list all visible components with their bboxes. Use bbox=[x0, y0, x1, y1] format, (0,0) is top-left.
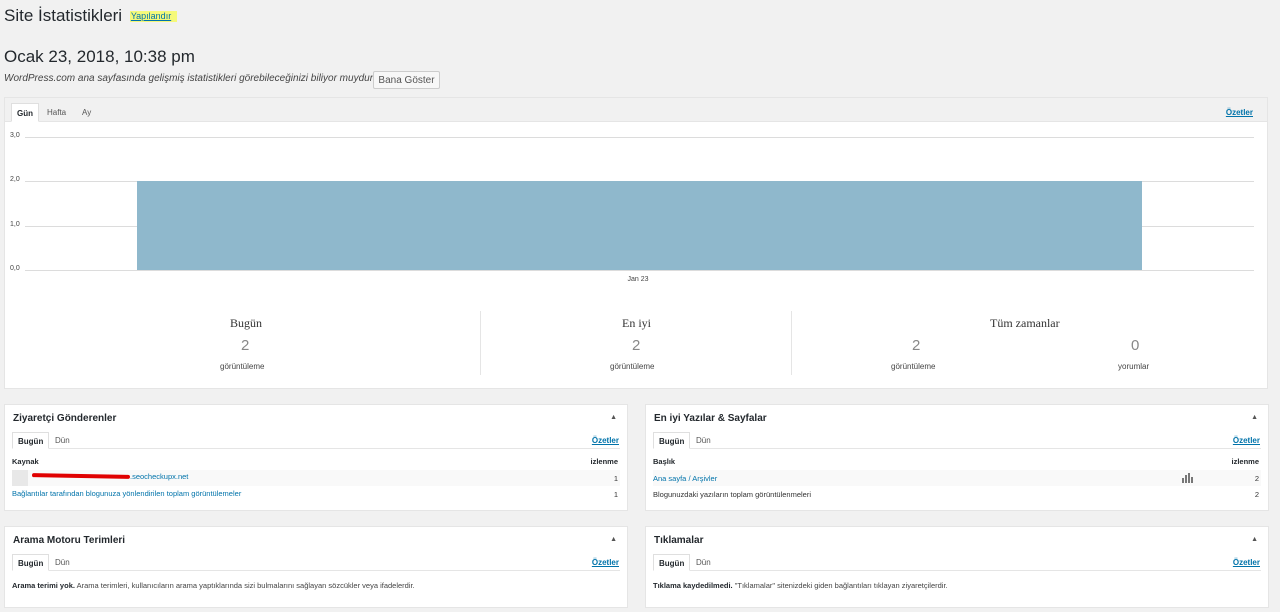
summary-all-time-views-label: görüntüleme bbox=[891, 362, 936, 371]
tab-today[interactable]: Bugün bbox=[653, 554, 691, 571]
clicks-panel: Tıklamalar ▲ Bugün Dün Özetler Tıklama k… bbox=[645, 526, 1269, 608]
total-referrals-count: 1 bbox=[613, 490, 618, 499]
clicks-summary-link[interactable]: Özetler bbox=[1233, 558, 1260, 567]
period-tabs: Gün Hafta Ay bbox=[5, 98, 1267, 122]
post-count: 2 bbox=[1254, 474, 1259, 483]
referrer-count: 1 bbox=[613, 474, 618, 483]
gridline bbox=[25, 137, 1254, 138]
favicon-icon bbox=[12, 470, 28, 486]
summary-best-value: 2 bbox=[632, 337, 641, 354]
tab-today[interactable]: Bugün bbox=[12, 554, 50, 571]
search-terms-empty: Arama terimi yok. Arama terimleri, kulla… bbox=[12, 581, 415, 590]
y-tick-label: 3,0 bbox=[10, 132, 20, 139]
top-posts-summary-link[interactable]: Özetler bbox=[1233, 436, 1260, 445]
referrer-link[interactable]: .seocheckupx.net bbox=[130, 472, 188, 481]
summary-best-title: En iyi bbox=[622, 316, 651, 330]
summary-all-time-comments-value: 0 bbox=[1131, 337, 1140, 354]
collapse-arrow-icon[interactable]: ▲ bbox=[1251, 414, 1258, 421]
summary-today-value: 2 bbox=[241, 337, 250, 354]
referrers-panel: Ziyaretçi Gönderenler ▲ Bugün Dün Özetle… bbox=[4, 404, 628, 511]
show-me-button[interactable]: Bana Göster bbox=[373, 71, 440, 89]
collapse-arrow-icon[interactable]: ▲ bbox=[610, 414, 617, 421]
summary-all-time-comments-label: yorumlar bbox=[1118, 362, 1150, 371]
total-posts-count: 2 bbox=[1254, 490, 1259, 499]
search-terms-panel: Arama Motoru Terimleri ▲ Bugün Dün Özetl… bbox=[4, 526, 628, 608]
tab-yesterday[interactable]: Dün bbox=[691, 432, 716, 449]
table-row: .seocheckupx.net 1 bbox=[12, 470, 620, 486]
referrers-title: Ziyaretçi Gönderenler bbox=[13, 413, 117, 424]
summary-divider bbox=[791, 311, 792, 375]
tab-yesterday[interactable]: Dün bbox=[50, 432, 75, 449]
tab-week[interactable]: Hafta bbox=[42, 103, 71, 122]
collapse-arrow-icon[interactable]: ▲ bbox=[1251, 536, 1258, 543]
total-posts-label: Blogunuzdaki yazıların toplam görüntülen… bbox=[653, 490, 812, 499]
redaction-mark bbox=[31, 473, 131, 479]
summary-link[interactable]: Özetler bbox=[1226, 108, 1253, 117]
notice: WordPress.com ana sayfasında gelişmiş is… bbox=[4, 71, 440, 89]
table-row: Ana sayfa / Arşivler 2 bbox=[653, 470, 1261, 486]
clicks-empty: Tıklama kaydedilmedi. "Tıklamalar" siten… bbox=[653, 581, 948, 590]
top-posts-panel: En iyi Yazılar & Sayfalar ▲ Bugün Dün Öz… bbox=[645, 404, 1269, 511]
x-tick-label: Jan 23 bbox=[627, 276, 649, 283]
col-views: izlenme bbox=[590, 457, 618, 466]
total-referrals-link[interactable]: Bağlantılar tarafından blogunuza yönlend… bbox=[12, 489, 241, 498]
tab-day[interactable]: Gün bbox=[11, 103, 39, 122]
col-title: Başlık bbox=[653, 457, 676, 466]
y-tick-label: 2,0 bbox=[10, 176, 20, 184]
col-source: Kaynak bbox=[12, 457, 39, 466]
tab-yesterday[interactable]: Dün bbox=[691, 554, 716, 571]
search-terms-summary-link[interactable]: Özetler bbox=[592, 558, 619, 567]
top-posts-tabs: Bugün Dün bbox=[653, 432, 1261, 449]
tab-month[interactable]: Ay bbox=[77, 103, 96, 122]
tab-yesterday[interactable]: Dün bbox=[50, 554, 75, 571]
summary-best-label: görüntüleme bbox=[610, 362, 655, 371]
configure-link[interactable]: Yapılandır bbox=[129, 11, 178, 22]
search-terms-tabs: Bugün Dün bbox=[12, 554, 620, 571]
chart-bar[interactable] bbox=[136, 181, 1143, 270]
bar-chart-icon[interactable] bbox=[1182, 473, 1193, 483]
clicks-title: Tıklamalar bbox=[654, 535, 704, 546]
y-tick-label: 0,0 bbox=[10, 265, 20, 272]
summary-today-label: görüntüleme bbox=[220, 362, 265, 371]
collapse-arrow-icon[interactable]: ▲ bbox=[610, 536, 617, 543]
col-views: izlenme bbox=[1231, 457, 1259, 466]
summary-all-time-views-value: 2 bbox=[912, 337, 921, 354]
post-link[interactable]: Ana sayfa / Arşivler bbox=[653, 474, 717, 483]
page-title: Site İstatistikleri Yapılandır bbox=[4, 6, 178, 26]
search-terms-title: Arama Motoru Terimleri bbox=[13, 535, 126, 546]
table-row: Blogunuzdaki yazıların toplam görüntülen… bbox=[653, 487, 1261, 503]
gridline bbox=[25, 270, 1254, 271]
table-row: Bağlantılar tarafından blogunuza yönlend… bbox=[12, 487, 620, 503]
summary-today-title: Bugün bbox=[230, 316, 263, 330]
referrers-tabs: Bugün Dün bbox=[12, 432, 620, 449]
top-posts-title: En iyi Yazılar & Sayfalar bbox=[654, 413, 767, 424]
notice-text: WordPress.com ana sayfasında gelişmiş is… bbox=[4, 73, 392, 84]
referrers-summary-link[interactable]: Özetler bbox=[592, 436, 619, 445]
tab-today[interactable]: Bugün bbox=[653, 432, 691, 449]
summary-divider bbox=[480, 311, 481, 375]
clicks-tabs: Bugün Dün bbox=[653, 554, 1261, 571]
date-heading: Ocak 23, 2018, 10:38 pm bbox=[4, 47, 195, 66]
tab-today[interactable]: Bugün bbox=[12, 432, 50, 449]
summary-all-time-title: Tüm zamanlar bbox=[990, 316, 1060, 330]
y-tick-label: 1,0 bbox=[10, 220, 20, 228]
